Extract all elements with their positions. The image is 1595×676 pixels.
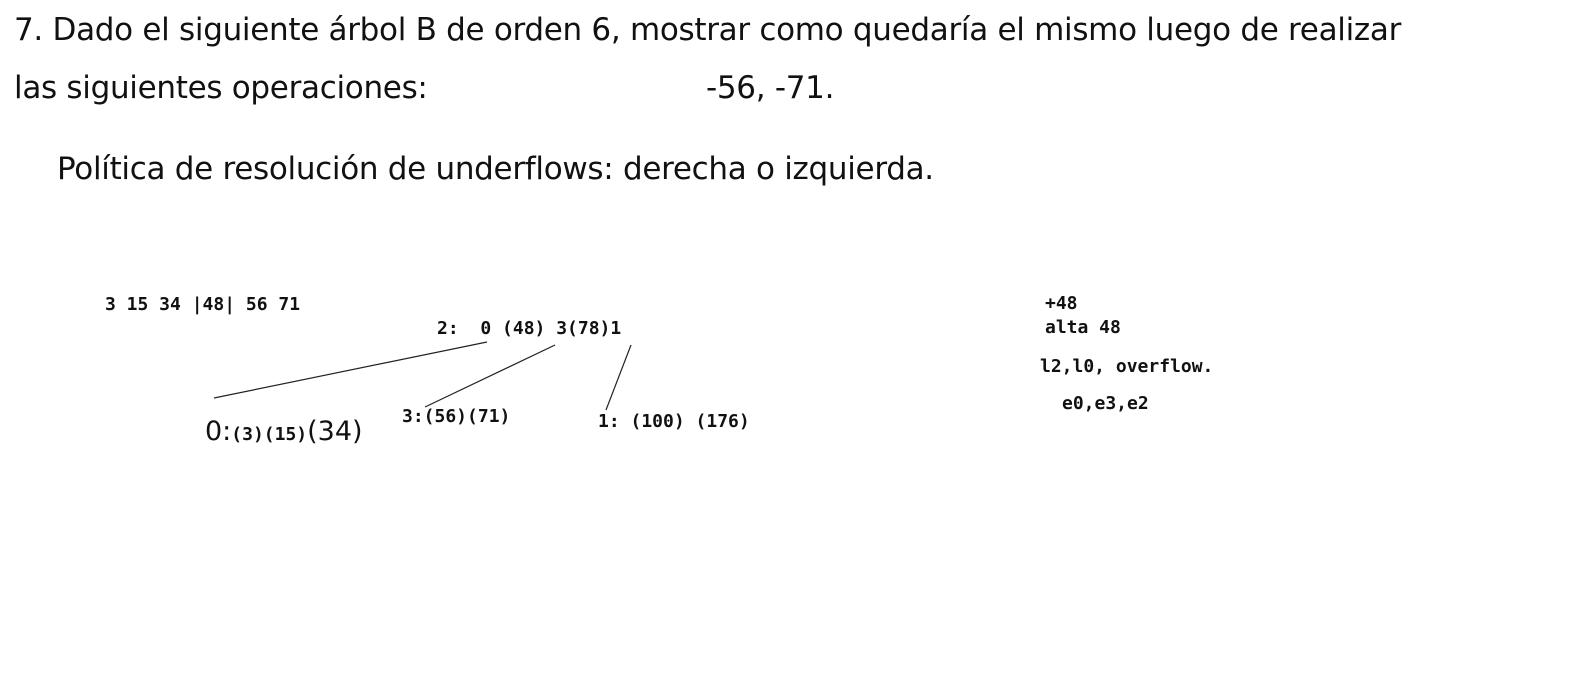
edge-root-to-leaf-0 bbox=[213, 341, 488, 399]
note-alta-48: alta 48 bbox=[1045, 317, 1121, 338]
edge-root-to-leaf-3 bbox=[424, 344, 556, 408]
leaf-node-1: 1: (100) (176) bbox=[598, 411, 750, 432]
key-sequence: 3 15 34 |48| 56 71 bbox=[105, 294, 301, 315]
edge-root-to-leaf-1 bbox=[605, 344, 632, 411]
leaf-node-3: 3:(56)(71) bbox=[402, 406, 511, 427]
note-insert-48: +48 bbox=[1045, 293, 1078, 314]
tree-connector-lines bbox=[213, 341, 632, 411]
leaf-node-0: 0:(3)(15)(34) bbox=[197, 398, 363, 447]
leaf-0-key-large: (34) bbox=[307, 416, 363, 447]
leaf-0-keys-small: (3)(15) bbox=[231, 424, 308, 445]
note-writes: e0,e3,e2 bbox=[1062, 393, 1149, 414]
leaf-0-label: 0: bbox=[205, 416, 232, 447]
note-overflow: l2,l0, overflow. bbox=[1040, 356, 1214, 377]
root-node: 2: 0 (48) 3(78)1 bbox=[437, 318, 622, 339]
